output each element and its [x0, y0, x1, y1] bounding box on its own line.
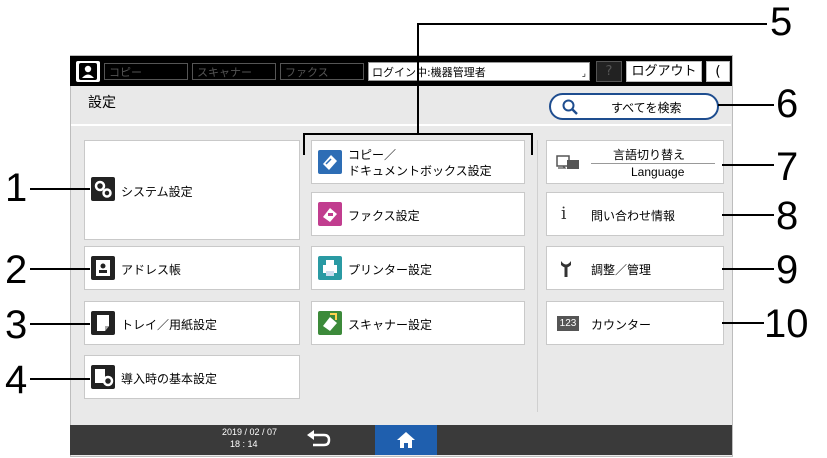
fax-icon: [318, 202, 342, 226]
printer-icon: [318, 256, 342, 280]
address-book-label: アドレス帳: [121, 263, 182, 277]
initial-settings-label: 導入時の基本設定: [121, 372, 218, 386]
language-label-top: 言語切り替え: [613, 148, 686, 162]
counter-label: カウンター: [591, 318, 652, 332]
callout-6: 6: [776, 82, 799, 126]
callout-8: 8: [776, 194, 799, 238]
callout-5-bracket-h: [303, 133, 533, 135]
sleep-button[interactable]: (: [706, 61, 730, 82]
tray-paper-settings-button[interactable]: トレイ／用紙設定: [84, 301, 300, 345]
info-icon: i: [561, 204, 567, 224]
tab-copy[interactable]: コピー: [104, 63, 188, 80]
help-button[interactable]: ?: [596, 61, 622, 82]
copy-icon: [318, 150, 342, 174]
fax-settings-button[interactable]: ファクス設定: [311, 192, 525, 236]
page-title: 設定: [88, 95, 116, 111]
column-divider: [537, 140, 538, 412]
tab-fax[interactable]: ファクス: [280, 63, 364, 80]
callout-7-line: [722, 164, 774, 166]
callout-2: 2: [5, 248, 28, 292]
tray-paper-icon: [91, 311, 115, 335]
help-icon: ?: [605, 64, 613, 79]
copy-settings-label-line1: コピー／: [348, 148, 397, 162]
search-label: すべてを検索: [611, 101, 682, 115]
bottom-bar: 2019 / 02 / 07 18 : 14: [70, 425, 732, 455]
scanner-settings-label: スキャナー設定: [348, 318, 433, 332]
header-divider: [71, 124, 731, 126]
inquiry-info-button[interactable]: i 問い合わせ情報: [546, 192, 724, 236]
callout-5-bracket-right: [531, 133, 533, 155]
moon-icon: (: [715, 64, 721, 80]
callout-7: 7: [776, 145, 799, 189]
home-button[interactable]: [375, 425, 437, 455]
maintenance-button[interactable]: 調整／管理: [546, 246, 724, 290]
copy-settings-label-line2: ドキュメントボックス設定: [348, 164, 492, 178]
callout-6-line: [718, 104, 774, 106]
tray-paper-label: トレイ／用紙設定: [121, 318, 218, 332]
callout-10-line: [722, 322, 764, 324]
language-label-divider: [591, 163, 715, 164]
counter-icon: 123: [557, 316, 579, 331]
callout-3: 3: [5, 303, 28, 347]
callout-3-line: [30, 323, 90, 325]
home-icon: [397, 432, 415, 448]
resize-corner-icon: ⌟: [581, 69, 586, 79]
address-book-icon: [91, 256, 115, 280]
initial-settings-icon: [91, 365, 115, 389]
initial-basic-settings-button[interactable]: 導入時の基本設定: [84, 355, 300, 399]
search-icon: [562, 99, 578, 115]
maintenance-label: 調整／管理: [591, 263, 652, 277]
system-settings-icon: [91, 177, 115, 201]
callout-5: 5: [770, 0, 793, 44]
callout-5-bracket-left: [303, 133, 305, 155]
printer-settings-button[interactable]: プリンター設定: [311, 246, 525, 290]
user-icon-button[interactable]: [76, 61, 100, 82]
callout-1: 1: [5, 166, 28, 210]
copy-document-server-settings-button[interactable]: コピー／ ドキュメントボックス設定: [311, 140, 525, 184]
callout-8-line: [722, 214, 774, 216]
counter-button[interactable]: 123 カウンター: [546, 301, 724, 345]
wrench-icon: [561, 261, 571, 277]
callout-10: 10: [764, 302, 809, 346]
system-settings-button[interactable]: システム設定: [84, 140, 300, 240]
callout-4: 4: [5, 358, 28, 402]
date-text: 2019 / 02 / 07: [222, 427, 278, 437]
callout-9: 9: [776, 248, 799, 292]
system-settings-label: システム設定: [121, 185, 193, 199]
language-label-bottom: Language: [631, 165, 685, 179]
inquiry-info-label: 問い合わせ情報: [591, 209, 676, 223]
language-switch-button[interactable]: 言語切り替え Language: [546, 140, 724, 184]
fax-settings-label: ファクス設定: [348, 209, 420, 223]
printer-settings-label: プリンター設定: [348, 263, 433, 277]
login-status-field[interactable]: ログイン中:機器管理者 ⌟: [368, 62, 590, 81]
callout-9-line: [722, 268, 774, 270]
search-all-button[interactable]: すべてを検索: [549, 93, 719, 120]
callout-4-line: [30, 378, 90, 380]
callout-1-line: [30, 188, 90, 190]
time-text: 18 : 14: [230, 439, 258, 449]
callout-5-line-h: [417, 23, 767, 25]
back-arrow-icon: [307, 430, 331, 447]
logout-button[interactable]: ログアウト: [626, 61, 702, 82]
back-button[interactable]: [298, 429, 338, 451]
callout-5-line-v: [417, 23, 419, 135]
user-icon: [79, 63, 97, 80]
login-status-text: ログイン中:機器管理者: [372, 66, 486, 79]
top-bar: コピー スキャナー ファクス ログイン中:機器管理者 ⌟ ? ログアウト (: [70, 56, 732, 86]
scanner-settings-button[interactable]: スキャナー設定: [311, 301, 525, 345]
scanner-icon: [318, 311, 342, 335]
tab-scanner[interactable]: スキャナー: [192, 63, 276, 80]
language-icon: [556, 155, 579, 169]
address-book-button[interactable]: アドレス帳: [84, 246, 300, 290]
callout-2-line: [30, 268, 90, 270]
